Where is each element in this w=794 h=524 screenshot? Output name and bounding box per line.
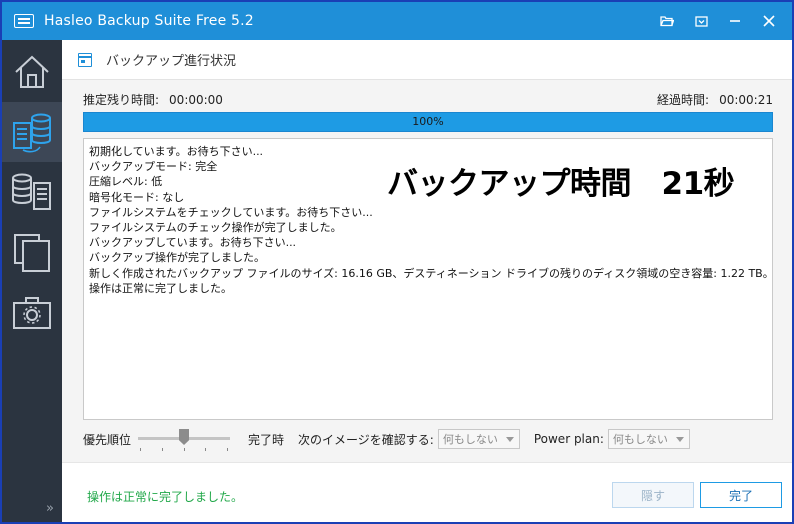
sidebar: » <box>2 40 62 522</box>
progress-bar: 100% <box>83 112 773 132</box>
remaining-time-value: 00:00:00 <box>169 93 223 107</box>
power-plan-value: 何もしない <box>612 433 668 446</box>
elapsed-time: 経過時間: 00:00:21 <box>657 91 773 108</box>
log-line: ファイルシステムのチェック操作が完了しました。 <box>89 221 342 235</box>
remaining-time-label: 推定残り時間: <box>83 93 160 107</box>
power-plan-select[interactable]: 何もしない <box>607 429 690 449</box>
progress-text: 100% <box>412 115 444 128</box>
on-complete-label: 完了時 <box>248 432 285 447</box>
verify-image-value: 何もしない <box>442 433 498 446</box>
remaining-time: 推定残り時間: 00:00:00 <box>83 91 223 108</box>
hide-button[interactable]: 隠す <box>612 482 694 508</box>
app-window: Hasleo Backup Suite Free 5.2 » バックアップ進行状… <box>0 0 794 524</box>
verify-image-label: 次のイメージを確認する: <box>298 432 434 447</box>
folder-open-icon[interactable] <box>650 2 684 40</box>
options-row: 優先順位 完了時 次のイメージを確認する: 何もしない Power plan: … <box>83 426 783 452</box>
main-panel: バックアップ進行状況 推定残り時間: 00:00:00 経過時間: 00:00:21… <box>62 40 792 522</box>
restore-icon <box>12 173 51 210</box>
section-header: バックアップ進行状況 <box>62 40 792 80</box>
home-icon <box>15 55 49 88</box>
backup-time-annotation: バックアップ時間 21秒 <box>387 166 735 202</box>
window-controls <box>650 2 786 40</box>
priority-slider-ticks <box>140 448 229 451</box>
sidebar-item-restore[interactable] <box>2 162 62 222</box>
time-info: 推定残り時間: 00:00:00 経過時間: 00:00:21 <box>83 91 773 107</box>
dropdown-menu-icon[interactable] <box>684 2 718 40</box>
log-line: バックアップ操作が完了しました。 <box>89 251 265 265</box>
priority-slider[interactable] <box>138 428 231 451</box>
done-button[interactable]: 完了 <box>700 482 782 508</box>
sidebar-item-home[interactable] <box>2 42 62 102</box>
title-bar: Hasleo Backup Suite Free 5.2 <box>2 2 792 40</box>
clone-icon <box>14 234 50 272</box>
status-message: 操作は正常に完了しました。 <box>87 490 244 504</box>
log-line: 初期化しています。お待ち下さい... <box>89 145 264 158</box>
verify-image-select[interactable]: 何もしない <box>437 429 520 449</box>
elapsed-time-value: 00:00:21 <box>719 93 773 107</box>
log-line: ファイルシステムをチェックしています。お待ち下さい... <box>89 205 373 219</box>
priority-slider-thumb[interactable] <box>179 429 190 445</box>
section-title: バックアップ進行状況 <box>106 54 237 69</box>
sidebar-expand-icon[interactable]: » <box>46 501 54 516</box>
close-icon[interactable] <box>752 2 786 40</box>
chevron-down-icon <box>505 437 514 442</box>
log-line: バックアップしています。お待ち下さい... <box>89 236 297 250</box>
toolbox-icon <box>13 297 51 329</box>
log-line: 新しく作成されたバックアップ ファイルのサイズ: 16.16 GB、デスティネー… <box>89 266 774 280</box>
progress-window-icon <box>78 52 92 67</box>
sidebar-item-backup[interactable] <box>2 102 62 162</box>
minimize-icon[interactable] <box>718 2 752 40</box>
window-title: Hasleo Backup Suite Free 5.2 <box>44 13 254 29</box>
power-plan-label: Power plan: <box>533 432 604 446</box>
sidebar-item-clone[interactable] <box>2 222 62 282</box>
chevron-down-icon <box>675 437 684 442</box>
log-line: 操作は正常に完了しました。 <box>89 281 232 295</box>
app-logo-icon <box>14 14 34 28</box>
priority-label: 優先順位 <box>83 432 132 447</box>
backup-icon <box>13 113 51 153</box>
footer-bar: 操作は正常に完了しました。 隠す 完了 <box>62 462 792 522</box>
sidebar-item-tools[interactable] <box>2 282 62 342</box>
elapsed-time-label: 経過時間: <box>657 93 710 107</box>
